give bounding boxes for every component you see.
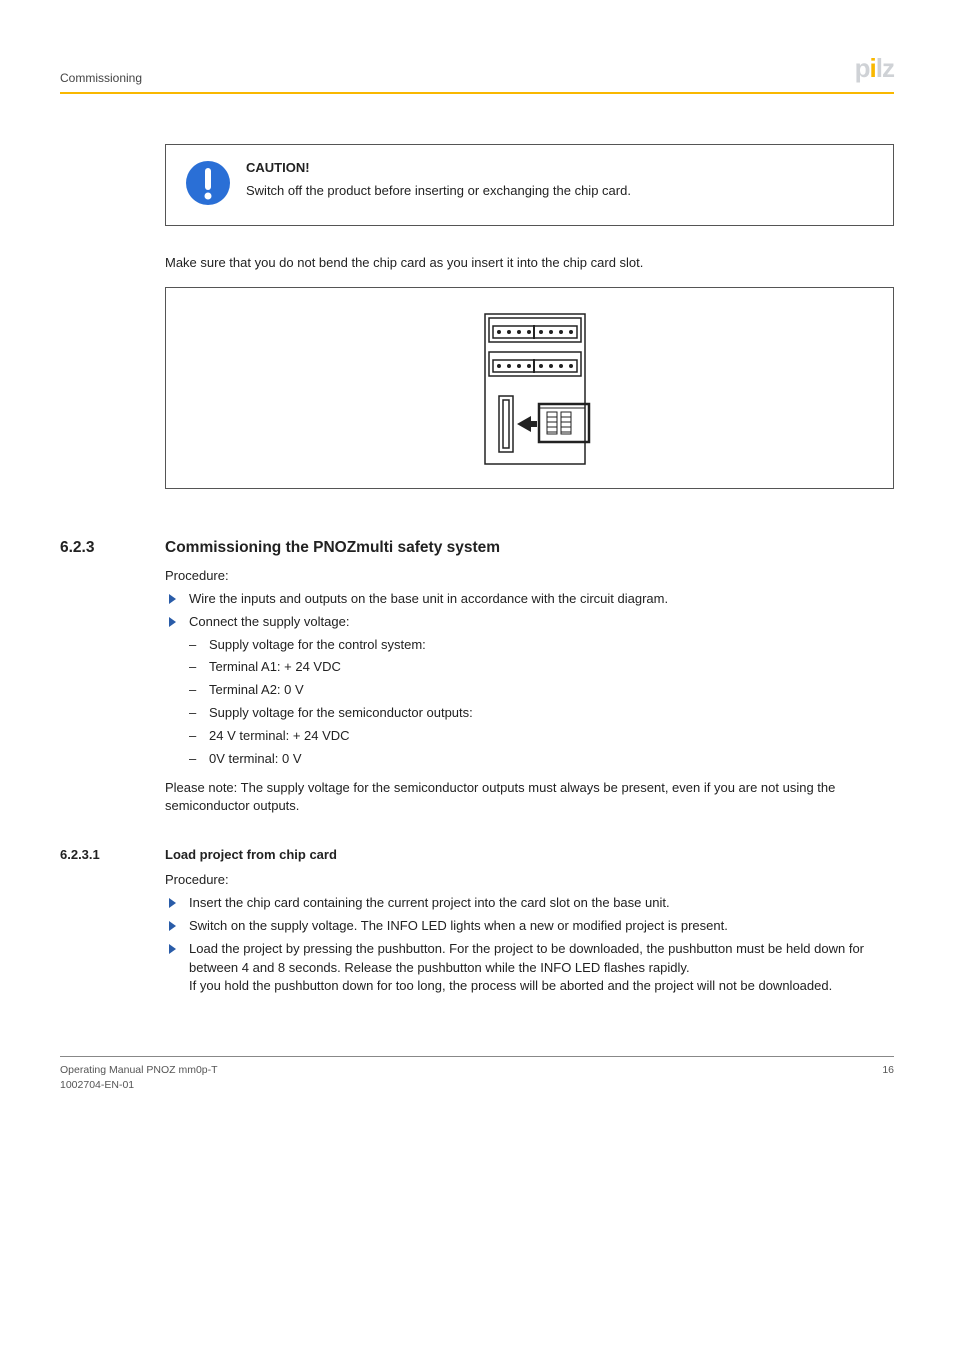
procedure-label: Procedure: [165, 567, 894, 586]
section-6-2-3-1-header: 6.2.3.1 Load project from chip card [60, 846, 894, 865]
page-header: Commissioning pilz [60, 50, 894, 94]
caution-box: CAUTION! Switch off the product before i… [165, 144, 894, 226]
chip-card-diagram [455, 308, 605, 468]
list-item: 0V terminal: 0 V [189, 750, 894, 769]
list-item: Switch on the supply voltage. The INFO L… [165, 917, 894, 936]
section-6-2-3-1-body: Procedure: Insert the chip card containi… [165, 871, 894, 996]
list-item: Insert the chip card containing the curr… [165, 894, 894, 913]
list-item: Terminal A2: 0 V [189, 681, 894, 700]
exclamation-icon [184, 159, 232, 207]
subsection-number: 6.2.3.1 [60, 846, 135, 865]
chip-card-note: Make sure that you do not bend the chip … [165, 254, 894, 273]
bullet-tail: If you hold the pushbutton down for too … [189, 978, 832, 993]
caution-heading: CAUTION! [246, 159, 631, 178]
list-item: Terminal A1: + 24 VDC [189, 658, 894, 677]
section-6-2-3-header: 6.2.3 Commissioning the PNOZmulti safety… [60, 537, 894, 559]
caution-text-block: CAUTION! Switch off the product before i… [246, 159, 631, 207]
footer-left: Operating Manual PNOZ mm0p-T 1002704-EN-… [60, 1063, 218, 1093]
procedure-list: Wire the inputs and outputs on the base … [165, 590, 894, 632]
bullet-text: Load the project by pressing the pushbut… [189, 941, 864, 975]
section-number: 6.2.3 [60, 537, 135, 559]
list-item: Load the project by pressing the pushbut… [165, 940, 894, 997]
pilz-logo: pilz [855, 50, 894, 88]
procedure-list: Insert the chip card containing the curr… [165, 894, 894, 996]
footer-page-number: 16 [882, 1063, 894, 1093]
list-item: Supply voltage for the control system: [189, 636, 894, 655]
footer-manual-title: Operating Manual PNOZ mm0p-T [60, 1063, 218, 1078]
procedure-label: Procedure: [165, 871, 894, 890]
sub-list: Supply voltage for the control system: T… [165, 636, 894, 769]
footer-doc-id: 1002704-EN-01 [60, 1078, 218, 1093]
caution-body: Switch off the product before inserting … [246, 182, 631, 201]
subsection-title: Load project from chip card [165, 846, 337, 865]
list-item: Wire the inputs and outputs on the base … [165, 590, 894, 609]
list-item: Connect the supply voltage: [165, 613, 894, 632]
page-footer: Operating Manual PNOZ mm0p-T 1002704-EN-… [60, 1056, 894, 1093]
section-6-2-3-body: Procedure: Wire the inputs and outputs o… [165, 567, 894, 816]
list-item: Supply voltage for the semiconductor out… [189, 704, 894, 723]
chip-card-diagram-frame [165, 287, 894, 489]
list-item: 24 V terminal: + 24 VDC [189, 727, 894, 746]
section-title: Commissioning the PNOZmulti safety syste… [165, 537, 500, 559]
section-note: Please note: The supply voltage for the … [165, 779, 894, 817]
header-section-label: Commissioning [60, 70, 142, 87]
